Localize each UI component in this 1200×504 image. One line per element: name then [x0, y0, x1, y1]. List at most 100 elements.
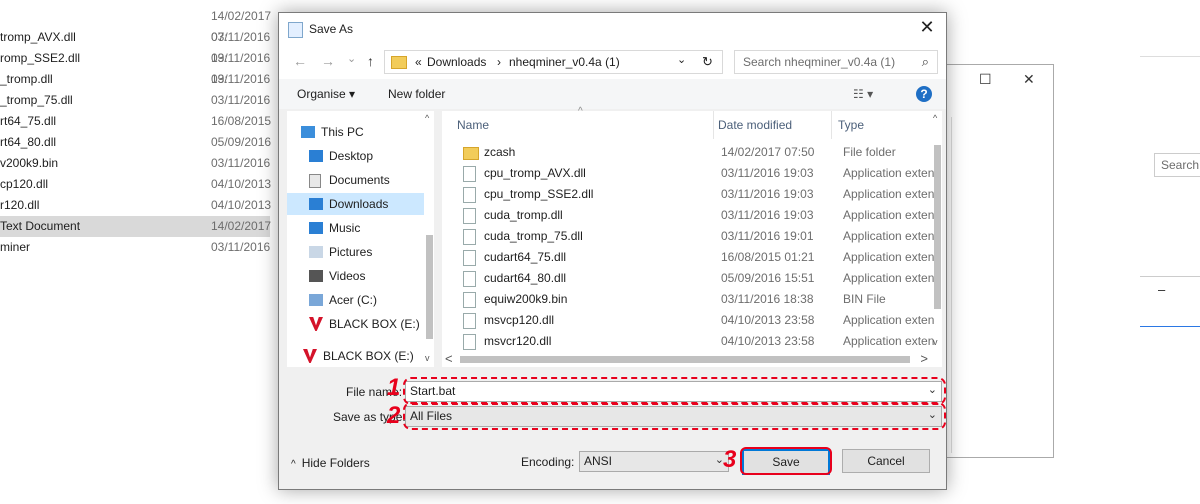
breadcrumb-prefix[interactable]: «: [415, 55, 422, 69]
background-file-row[interactable]: cp120.dll 04/10/2013: [0, 174, 271, 195]
background-search-box[interactable]: Search: [1154, 153, 1200, 177]
scrollbar-thumb[interactable]: [426, 235, 433, 339]
dll-file-icon: [463, 313, 476, 329]
new-folder-button[interactable]: New folder: [388, 87, 445, 101]
file-icon: [463, 292, 476, 308]
search-icon[interactable]: ⌕: [922, 54, 929, 70]
address-bar[interactable]: « Downloads › nheqminer_v0.4a (1) ⌄ ↻: [384, 50, 723, 74]
scrollbar-thumb[interactable]: [460, 356, 910, 363]
scroll-left-icon[interactable]: <: [445, 351, 453, 366]
background-file-row[interactable]: romp_SSE2.dll 03/11/2016 19:: [0, 48, 270, 86]
dialog-title: Save As: [309, 22, 354, 36]
nav-item-desktop[interactable]: Desktop: [287, 145, 424, 167]
annotation-number-1: 1: [387, 374, 401, 401]
background-file-row[interactable]: v200k9.bin 03/11/2016: [0, 153, 270, 174]
title-bar: Save As ✕: [279, 13, 946, 45]
change-view-icon[interactable]: ☷ ▾: [853, 87, 873, 101]
nav-item-acer-c[interactable]: Acer (C:): [287, 289, 424, 311]
save-as-dialog: Save As ✕ ← → ⌄ ↑ « Downloads › nheqmine…: [278, 12, 947, 490]
background-file-row[interactable]: rt64_75.dll 16/08/2015: [0, 111, 272, 132]
file-date-modified: 03/11/2016 19:03: [721, 187, 814, 201]
background-file-row[interactable]: r120.dll 04/10/2013: [0, 195, 271, 216]
background-file-row[interactable]: miner 03/11/2016: [0, 237, 270, 258]
column-header-date-modified[interactable]: Date modified: [718, 111, 792, 139]
background-file-row[interactable]: tromp_AVX.dll 03/11/2016 19:: [0, 27, 270, 65]
hide-folders-button[interactable]: ^ Hide Folders: [291, 456, 370, 470]
column-divider[interactable]: [713, 111, 714, 139]
nav-item-black-box-e[interactable]: BLACK BOX (E:): [287, 313, 424, 335]
file-row[interactable]: cpu_tromp_AVX.dll 03/11/2016 19:03 Applica…: [442, 163, 934, 184]
back-arrow-icon[interactable]: ←: [293, 53, 307, 69]
column-header-name[interactable]: Name: [457, 111, 489, 139]
help-icon[interactable]: ?: [916, 86, 932, 102]
encoding-select[interactable]: ANSI ⌄: [579, 451, 729, 472]
file-row[interactable]: cpu_tromp_SSE2.dll 03/11/2016 19:03 Applic…: [442, 184, 934, 205]
recent-locations-icon[interactable]: ⌄: [347, 52, 356, 65]
file-type: Application exten: [843, 334, 935, 348]
file-row[interactable]: cudart64_80.dll 05/09/2016 15:51 Applicati…: [442, 268, 934, 289]
scroll-right-icon[interactable]: >: [920, 351, 928, 366]
breadcrumb-current-folder[interactable]: nheqminer_v0.4a (1): [509, 55, 620, 69]
column-header-type[interactable]: Type: [838, 111, 864, 139]
background-file-row[interactable]: Text Document 14/02/2017: [0, 216, 271, 237]
annotation-box-save: [740, 447, 832, 475]
file-row[interactable]: msvcp120.dll 04/10/2013 23:58 Application …: [442, 310, 934, 331]
scroll-up-icon[interactable]: ^: [425, 113, 429, 123]
breadcrumb-downloads[interactable]: Downloads: [427, 55, 486, 69]
background-file-row[interactable]: _tromp_75.dll 03/11/2016: [0, 90, 270, 111]
file-date-modified: 03/11/2016 18:38: [721, 292, 814, 306]
minimize-icon[interactable]: –: [1158, 282, 1165, 297]
organise-button[interactable]: Organise ▾: [297, 87, 355, 101]
maximize-icon[interactable]: ☐: [979, 71, 992, 88]
file-name: cuda_tromp_75.dll: [484, 229, 583, 243]
toolbar: Organise ▾ New folder ☷ ▾ ?: [279, 79, 946, 109]
address-dropdown-icon[interactable]: ⌄: [677, 53, 686, 66]
file-row[interactable]: cuda_tromp_75.dll 03/11/2016 19:01 Applica…: [442, 226, 934, 247]
file-row[interactable]: msvcr120.dll 04/10/2013 23:58 Application …: [442, 331, 934, 352]
file-row[interactable]: equiw200k9.bin 03/11/2016 18:38 BIN File: [442, 289, 928, 310]
forward-arrow-icon[interactable]: →: [321, 53, 335, 69]
nav-item-pictures[interactable]: Pictures: [287, 241, 424, 263]
nav-item-music[interactable]: Music: [287, 217, 424, 239]
file-row[interactable]: zcash 14/02/2017 07:50 File folder: [442, 142, 928, 163]
background-file-name: _tromp_75.dll: [0, 93, 73, 107]
nav-item-this-pc[interactable]: This PC: [287, 121, 424, 143]
nav-item-videos[interactable]: Videos: [287, 265, 424, 287]
background-file-name: cp120.dll: [0, 177, 49, 191]
background-file-row[interactable]: rt64_80.dll 05/09/2016: [0, 132, 271, 153]
nav-item-downloads[interactable]: Downloads: [287, 193, 424, 215]
close-icon[interactable]: ✕: [916, 17, 938, 38]
file-row[interactable]: cuda_tromp.dll 03/11/2016 19:03 Applicatio…: [442, 205, 934, 226]
nav-item-documents[interactable]: Documents: [287, 169, 424, 191]
search-input[interactable]: Search nheqminer_v0.4a (1) ⌕: [734, 50, 938, 74]
scrollbar-thumb[interactable]: [934, 145, 941, 309]
background-file-row[interactable]: 14/02/2017 07:: [0, 6, 271, 44]
file-type: File folder: [843, 145, 896, 159]
background-file-row[interactable]: _tromp.dll 03/11/2016: [0, 69, 270, 90]
file-list-horizontal-scrollbar[interactable]: < >: [442, 351, 932, 367]
scroll-down-icon[interactable]: v: [425, 353, 430, 363]
up-arrow-icon[interactable]: ↑: [367, 53, 374, 69]
background-file-date: 16/08/2015: [211, 114, 272, 128]
file-row[interactable]: cudart64_75.dll 16/08/2015 01:21 Applicati…: [442, 247, 934, 268]
cancel-button[interactable]: Cancel: [842, 449, 930, 473]
refresh-icon[interactable]: ↻: [702, 54, 713, 70]
dll-file-icon: [463, 187, 476, 203]
background-file-name: v200k9.bin: [0, 156, 59, 170]
encoding-value: ANSI: [584, 454, 613, 468]
background-file-name: r120.dll: [0, 198, 40, 212]
nav-item-label: BLACK BOX (E:): [329, 317, 420, 331]
background-file-list: 14/02/2017 07: tromp_AVX.dll 03/11/2016 19…: [0, 0, 280, 504]
scroll-up-icon[interactable]: ^: [933, 113, 937, 123]
column-divider[interactable]: [831, 111, 832, 139]
nav-item-black-box-e[interactable]: BLACK BOX (E:): [287, 345, 424, 367]
nav-item-label: Downloads: [329, 197, 389, 211]
encoding-label: Encoding:: [521, 455, 575, 469]
folder-icon: [391, 56, 407, 69]
blackbox-icon: [309, 317, 323, 331]
file-name: cpu_tromp_AVX.dll: [484, 166, 586, 180]
close-icon[interactable]: ✕: [1023, 71, 1035, 88]
navigation-scrollbar[interactable]: ^ v: [424, 111, 434, 367]
background-file-name: miner: [0, 240, 31, 254]
folder-icon: [463, 147, 479, 160]
